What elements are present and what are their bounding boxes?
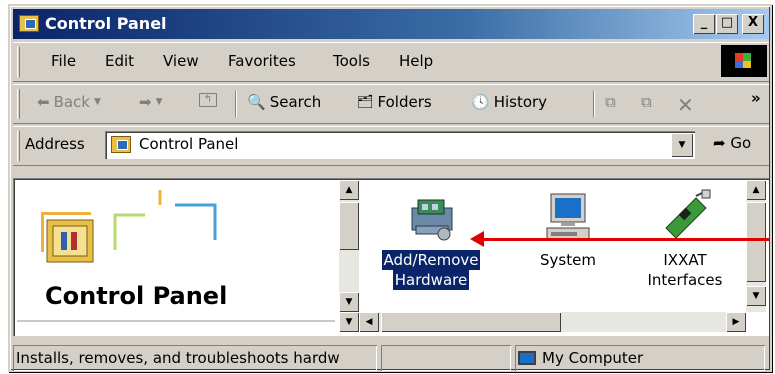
- my-computer-icon: [518, 351, 536, 365]
- back-label: Back: [53, 93, 90, 111]
- search-label: Search: [269, 93, 322, 111]
- up-folder-button[interactable]: ↰: [199, 93, 217, 107]
- icon-label: System: [540, 251, 596, 269]
- folders-icon: 🗂: [357, 94, 374, 110]
- back-dropdown-icon[interactable]: ▼: [94, 97, 101, 107]
- explorer-window: Control Panel _ □ X File Edit View Favor…: [8, 4, 772, 372]
- panel-heading: Control Panel: [45, 282, 228, 310]
- scroll-left-icon[interactable]: ◀: [359, 312, 379, 332]
- title-bar[interactable]: Control Panel _ □ X: [13, 9, 769, 39]
- status-bar: Installs, removes, and troubleshoots har…: [13, 343, 769, 371]
- icon-label: Hardware: [392, 270, 470, 290]
- icon-label: Interfaces: [647, 271, 723, 289]
- go-arrow-icon: ➦: [713, 134, 726, 152]
- address-input[interactable]: Control Panel ▼: [105, 131, 695, 159]
- back-button[interactable]: ⬅ Back ▼: [37, 93, 101, 111]
- status-description: Installs, removes, and troubleshoots har…: [13, 345, 377, 371]
- history-icon: 🕓: [471, 93, 490, 111]
- menu-help[interactable]: Help: [399, 52, 433, 70]
- maximize-button[interactable]: □: [716, 14, 738, 34]
- toolbar-separator: [235, 91, 237, 117]
- status-empty-pane: [381, 345, 511, 371]
- system-item[interactable]: System: [523, 188, 613, 270]
- go-button[interactable]: ➦ Go: [713, 134, 751, 152]
- icon-label: Add/Remove: [381, 250, 481, 270]
- forward-dropdown-icon[interactable]: ▼: [156, 97, 163, 107]
- windows-logo-icon: [721, 45, 767, 77]
- toolbar-more-chevron-icon[interactable]: »: [751, 89, 761, 107]
- history-button[interactable]: 🕓 History: [471, 93, 547, 111]
- search-button[interactable]: 🔍 Search: [247, 93, 321, 111]
- add-remove-hardware-icon: [411, 199, 453, 241]
- menu-bar: File Edit View Favorites Tools Help: [13, 42, 769, 82]
- up-folder-icon: ↰: [199, 93, 217, 107]
- close-button[interactable]: X: [742, 14, 764, 34]
- address-bar: Address Control Panel ▼ ➦ Go: [13, 126, 769, 166]
- scroll-down-icon[interactable]: ▼: [339, 312, 359, 332]
- menu-favorites[interactable]: Favorites: [228, 52, 296, 70]
- folders-button[interactable]: 🗂 Folders: [357, 93, 432, 111]
- minimize-button[interactable]: _: [693, 14, 715, 34]
- scroll-down-icon[interactable]: ▼: [746, 286, 766, 306]
- scroll-up-icon[interactable]: ▲: [339, 180, 359, 200]
- toolbar-separator: [593, 91, 595, 117]
- toolbar-grip[interactable]: [17, 89, 20, 119]
- web-view-panel: Control Panel: [15, 180, 337, 334]
- panel-vertical-scrollbar[interactable]: ▲ ▼: [339, 180, 359, 312]
- go-label: Go: [730, 134, 752, 152]
- address-dropdown-icon[interactable]: ▼: [671, 133, 693, 157]
- standard-toolbar: ⬅ Back ▼ ➡ ▼ ↰ 🔍 Search 🗂 Folders 🕓 Hist…: [13, 84, 769, 124]
- history-label: History: [493, 93, 548, 111]
- search-icon: 🔍: [247, 93, 266, 111]
- copy-to-button[interactable]: ⧉: [641, 93, 652, 111]
- decorative-squares-icon: [113, 190, 217, 250]
- menu-edit[interactable]: Edit: [105, 52, 134, 70]
- control-panel-folder-icon: [41, 212, 94, 263]
- panel-divider: [17, 320, 335, 322]
- menu-bar-grip[interactable]: [17, 47, 20, 77]
- icon-label: IXXAT: [663, 251, 707, 269]
- annotation-arrow-head-icon: [470, 231, 484, 247]
- forward-arrow-icon: ➡: [139, 93, 152, 111]
- delete-x-icon: ✕: [677, 93, 694, 117]
- address-bar-grip[interactable]: [17, 131, 20, 161]
- delete-button[interactable]: ✕: [677, 93, 694, 117]
- menu-file[interactable]: File: [51, 52, 76, 70]
- status-zone: My Computer: [542, 349, 644, 367]
- scroll-thumb[interactable]: [381, 312, 561, 332]
- scroll-thumb[interactable]: [339, 202, 359, 250]
- folders-label: Folders: [377, 93, 432, 111]
- scroll-thumb[interactable]: [746, 202, 766, 282]
- back-arrow-icon: ⬅: [37, 93, 50, 111]
- content-area: Control Panel ▲ ▼ Add/Remove Hardware Sy…: [13, 178, 769, 336]
- control-panel-icon: [19, 15, 39, 32]
- copy-to-icon: ⧉: [641, 93, 652, 111]
- scroll-up-icon[interactable]: ▲: [746, 180, 766, 200]
- forward-button[interactable]: ➡ ▼: [139, 93, 163, 111]
- annotation-arrow-line: [478, 238, 770, 241]
- address-label: Address: [25, 135, 85, 153]
- scroll-right-icon[interactable]: ▶: [726, 312, 746, 332]
- move-to-button[interactable]: ⧉: [605, 93, 616, 111]
- menu-tools[interactable]: Tools: [333, 52, 370, 70]
- address-value[interactable]: Control Panel: [139, 135, 238, 153]
- window-title: Control Panel: [45, 14, 167, 33]
- control-panel-icon: [111, 136, 131, 153]
- scroll-down-icon[interactable]: ▼: [339, 292, 359, 312]
- status-zone-pane: My Computer: [515, 345, 765, 371]
- horizontal-scrollbar[interactable]: ◀ ▶: [359, 312, 746, 332]
- menu-view[interactable]: View: [163, 52, 199, 70]
- move-to-icon: ⧉: [605, 93, 616, 111]
- content-vertical-scrollbar[interactable]: ▲ ▼: [746, 180, 766, 312]
